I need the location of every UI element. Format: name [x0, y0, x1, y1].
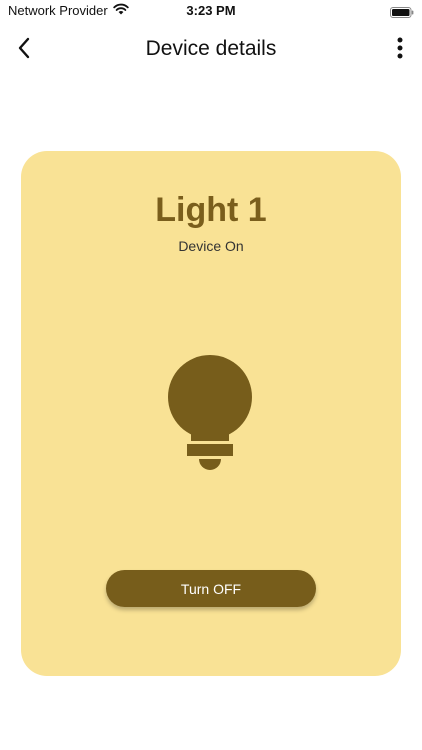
status-time: 3:23 PM	[186, 3, 236, 18]
navigation-bar: Device details	[0, 30, 422, 70]
device-details-screen: Network Provider 3:23 PM Device details …	[0, 0, 422, 750]
status-bar: Network Provider 3:23 PM	[0, 0, 422, 22]
device-name: Light 1	[155, 191, 267, 229]
device-status: Device On	[178, 238, 244, 254]
turn-off-button[interactable]: Turn OFF	[106, 570, 316, 607]
lightbulb-icon	[167, 355, 253, 471]
more-vertical-icon	[397, 37, 403, 64]
more-options-button[interactable]	[392, 36, 408, 64]
device-card: Light 1 Device On Turn OFF	[21, 151, 401, 676]
page-title: Device details	[145, 37, 277, 60]
battery-icon	[390, 5, 414, 18]
